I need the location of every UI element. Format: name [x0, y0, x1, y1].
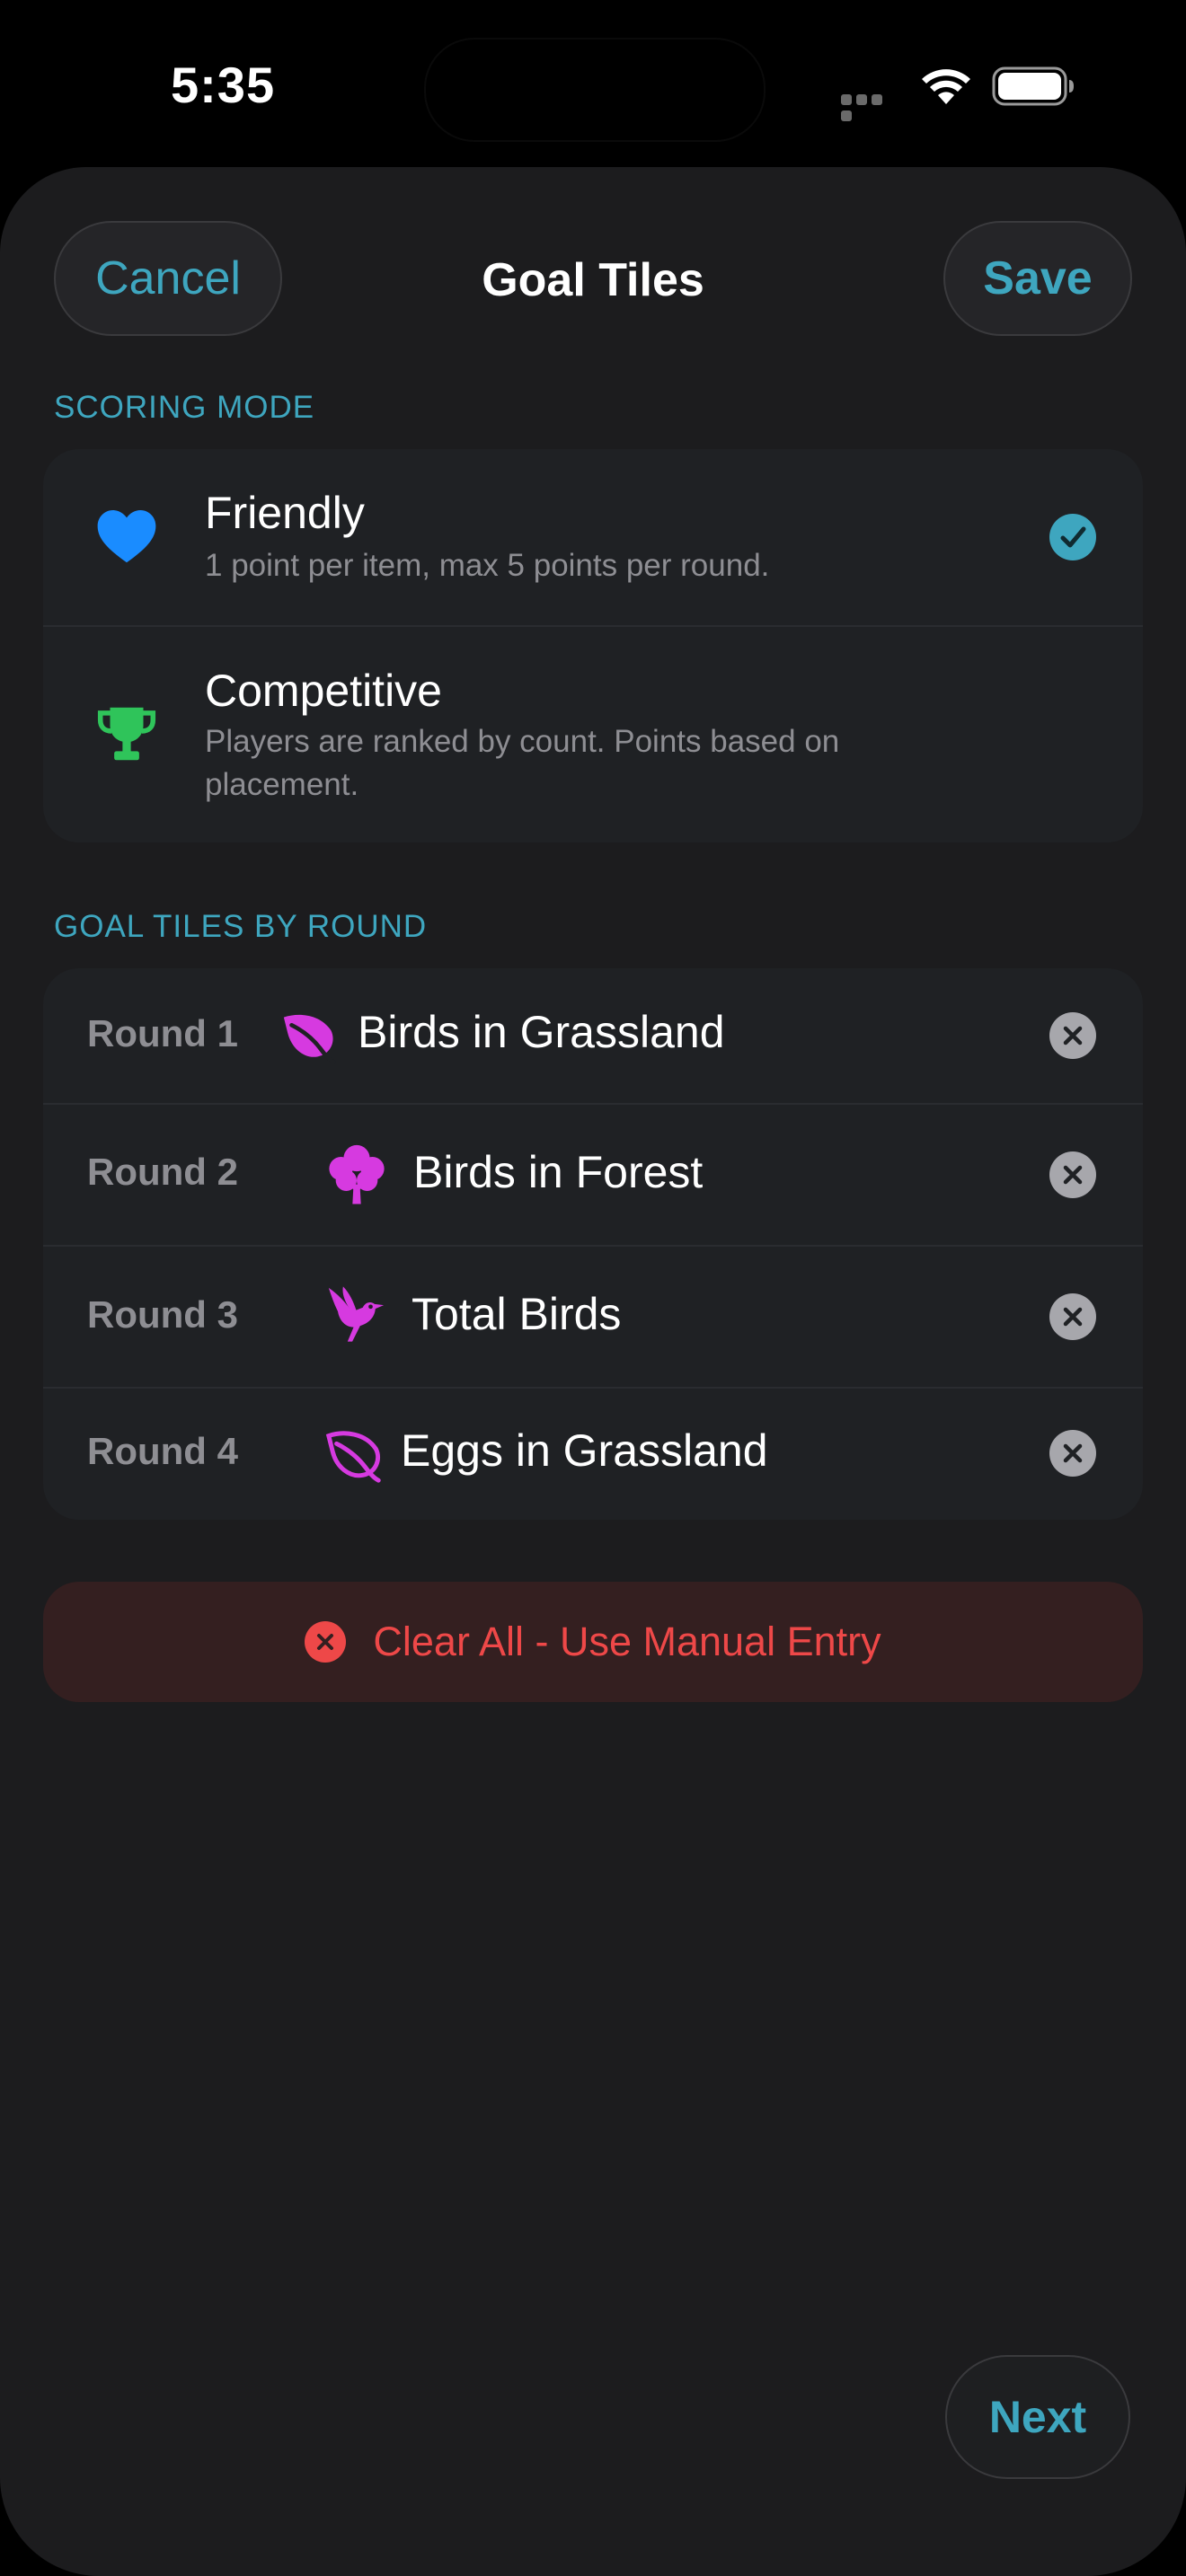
trophy-icon [97, 707, 156, 761]
scoring-mode-header: SCORING MODE [54, 390, 315, 425]
option-title: Friendly [205, 488, 365, 538]
cellular-signal-icon [841, 93, 900, 121]
status-time: 5:35 [171, 57, 276, 113]
tile-name: Birds in Forest [413, 1147, 704, 1197]
goal-tiles-card: Round 1 Birds in Grassland Round 2 Birds… [43, 968, 1143, 1520]
leaf-icon [283, 1014, 336, 1064]
remove-icon[interactable] [1049, 1012, 1096, 1059]
tree-icon [329, 1144, 385, 1204]
tile-name: Eggs in Grassland [401, 1425, 768, 1476]
leaf-outline-icon [325, 1431, 381, 1483]
option-description: 1 point per item, max 5 points per round… [205, 548, 770, 583]
round-label: Round 3 [87, 1293, 238, 1336]
round-label: Round 4 [87, 1430, 238, 1472]
round-label: Round 2 [87, 1151, 238, 1193]
goal-tiles-header: GOAL TILES BY ROUND [54, 909, 428, 944]
round-label: Round 1 [87, 1012, 238, 1054]
remove-icon[interactable] [1049, 1293, 1096, 1340]
remove-icon[interactable] [1049, 1430, 1096, 1477]
remove-icon[interactable] [1049, 1151, 1096, 1198]
bird-icon [328, 1286, 385, 1342]
dynamic-island [424, 38, 766, 142]
next-button[interactable]: Next [945, 2355, 1130, 2479]
battery-icon [992, 66, 1074, 106]
save-button[interactable]: Save [943, 221, 1132, 336]
clear-all-label: Clear All - Use Manual Entry [373, 1619, 881, 1664]
round-row[interactable]: Round 3 Total Birds [43, 1247, 1143, 1387]
option-description: Players are ranked by count. Points base… [205, 724, 840, 802]
wifi-icon [922, 69, 970, 104]
round-row[interactable]: Round 2 Birds in Forest [43, 1105, 1143, 1245]
screen: 5:35 Cancel Goal Tiles Save SCORING MODE… [0, 0, 1186, 2576]
round-row[interactable]: Round 1 Birds in Grassland [43, 968, 1143, 1103]
option-title: Competitive [205, 666, 442, 716]
scoring-mode-card: Friendly 1 point per item, max 5 points … [43, 449, 1143, 842]
goal-tiles-sheet: Cancel Goal Tiles Save SCORING MODE Frie… [0, 167, 1186, 2576]
clear-all-button[interactable]: Clear All - Use Manual Entry [43, 1582, 1143, 1702]
heart-icon [97, 510, 156, 563]
scoring-option-friendly[interactable]: Friendly 1 point per item, max 5 points … [43, 449, 1143, 625]
x-circle-icon [305, 1621, 347, 1663]
checkmark-icon [1049, 514, 1096, 560]
tile-name: Total Birds [412, 1289, 622, 1339]
round-row[interactable]: Round 4 Eggs in Grassland [43, 1389, 1143, 1520]
scoring-option-competitive[interactable]: Competitive Players are ranked by count.… [43, 627, 1143, 842]
tile-name: Birds in Grassland [358, 1007, 725, 1057]
